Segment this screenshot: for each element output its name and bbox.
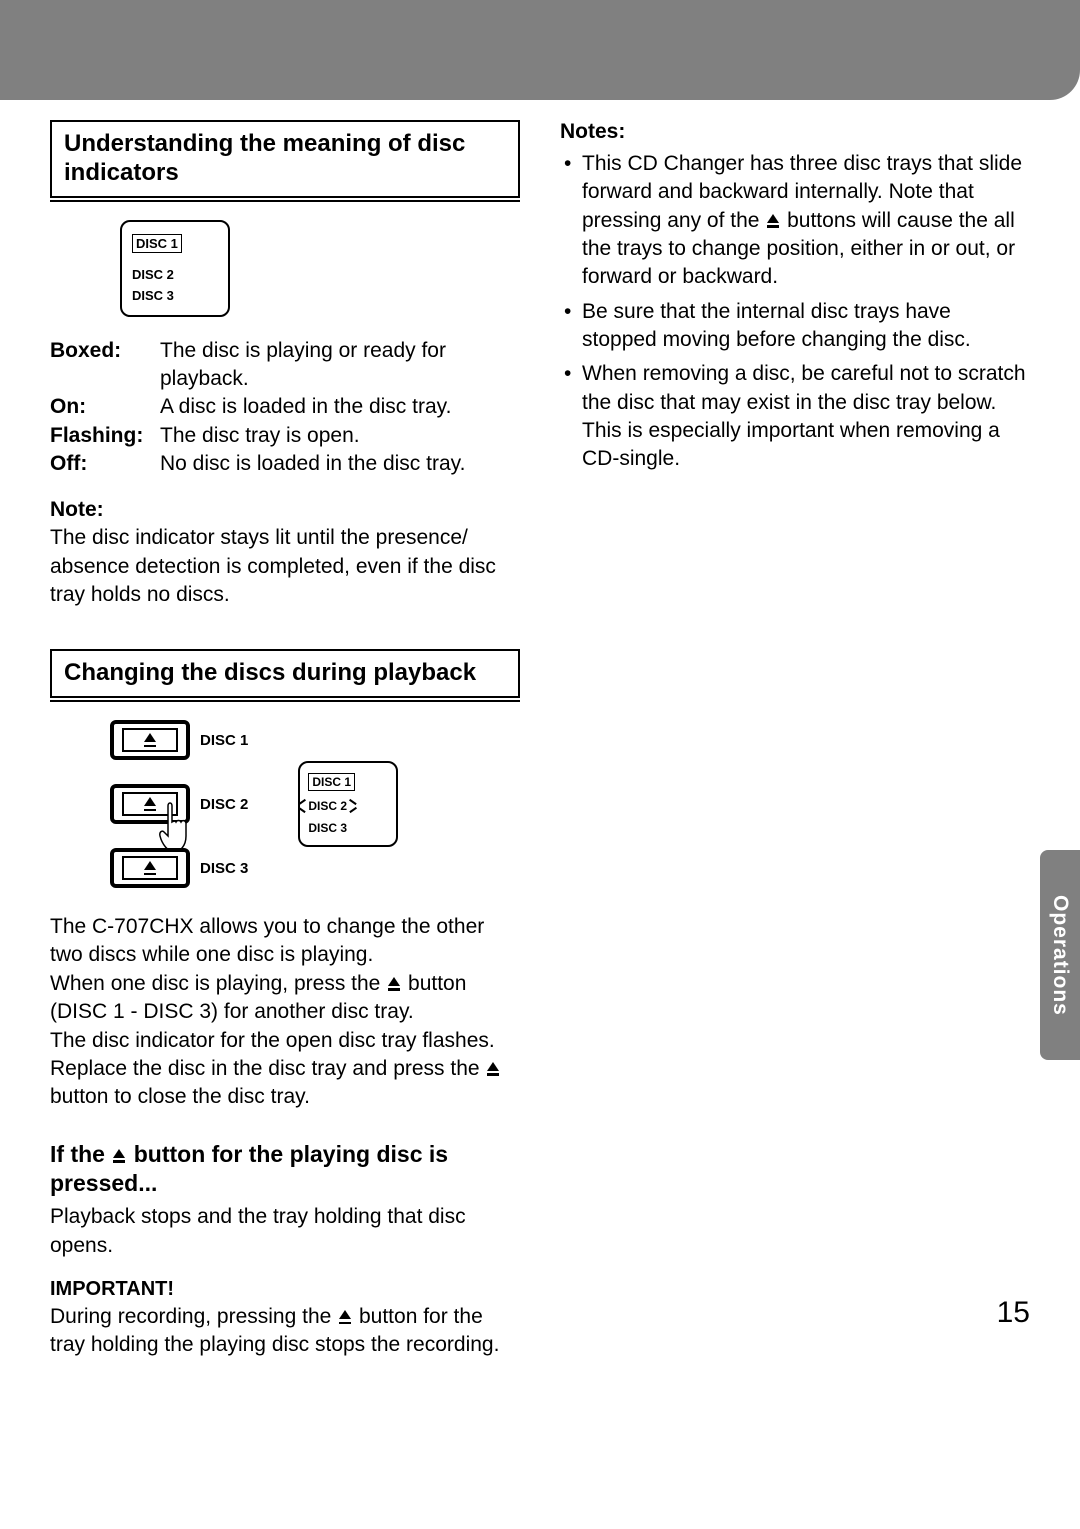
section-underline-2 xyxy=(50,700,520,702)
disc1-boxed: DISC 1 xyxy=(132,234,182,253)
header-band xyxy=(0,0,1080,100)
note-text: The disc indicator stays lit until the p… xyxy=(50,524,520,609)
disc3-label: DISC 3 xyxy=(132,288,218,303)
tray-button-1 xyxy=(110,720,190,760)
disc-display-diagram-2: DISC 1 DISC 2 DISC 3 xyxy=(298,761,398,847)
section-title-box-2: Changing the discs during playback xyxy=(50,649,520,698)
tray-button-3 xyxy=(110,848,190,888)
notes-heading: Notes: xyxy=(560,120,1030,144)
note-item: This CD Changer has three disc trays tha… xyxy=(560,150,1030,292)
changing-para: The C-707CHX allows you to change the ot… xyxy=(50,913,520,1111)
sub-heading: If the button for the playing disc is pr… xyxy=(50,1140,520,1200)
section-title-box: Understanding the meaning of disc indica… xyxy=(50,120,520,198)
note-item: When removing a disc, be careful not to … xyxy=(560,360,1030,473)
section-underline xyxy=(50,200,520,202)
notes-list: This CD Changer has three disc trays tha… xyxy=(560,150,1030,474)
tray-buttons-figure: DISC 1 DISC 2 DISC 3 DISC xyxy=(110,720,520,888)
note-heading: Note: xyxy=(50,498,520,522)
page-number: 15 xyxy=(997,1296,1030,1330)
section-title-2: Changing the discs during playback xyxy=(64,659,506,688)
eject-icon xyxy=(142,861,158,875)
note-item: Be sure that the internal disc trays hav… xyxy=(560,298,1030,355)
sub-para: Playback stops and the tray holding that… xyxy=(50,1203,520,1260)
eject-icon xyxy=(386,977,402,991)
eject-icon xyxy=(485,1062,501,1076)
section-title: Understanding the meaning of disc indica… xyxy=(64,130,506,188)
eject-icon xyxy=(142,733,158,747)
eject-icon xyxy=(111,1149,127,1163)
eject-icon xyxy=(765,214,781,228)
section-tab: Operations xyxy=(1040,850,1080,1060)
important-para: During recording, pressing the button fo… xyxy=(50,1303,520,1360)
eject-icon xyxy=(337,1310,353,1324)
disc2-label: DISC 2 xyxy=(132,267,218,282)
important-heading: IMPORTANT! xyxy=(50,1278,520,1301)
disc-display-diagram: DISC 1 DISC 2 DISC 3 xyxy=(120,220,230,317)
section-tab-label: Operations xyxy=(1048,895,1072,1016)
indicator-definitions: Boxed:The disc is playing or ready for p… xyxy=(50,337,520,479)
